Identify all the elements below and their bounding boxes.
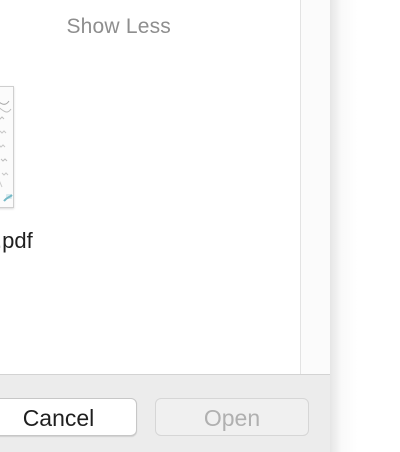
file-name-label: .pdf [0,228,33,253]
open-file-dialog-crop: Show Less .pdf [0,0,400,452]
show-less-button[interactable]: Show Less [66,15,171,39]
file-browser-pane: Show Less .pdf [0,0,300,374]
dialog-shadow-edge [330,0,400,452]
scrollbar-track[interactable] [300,0,330,374]
dialog-footer: Cancel Open [0,374,330,452]
pdf-file-thumbnail-icon[interactable] [0,86,14,208]
open-file-dialog: Show Less .pdf [0,0,330,452]
open-button[interactable]: Open [155,398,309,436]
cancel-button[interactable]: Cancel [0,398,137,436]
